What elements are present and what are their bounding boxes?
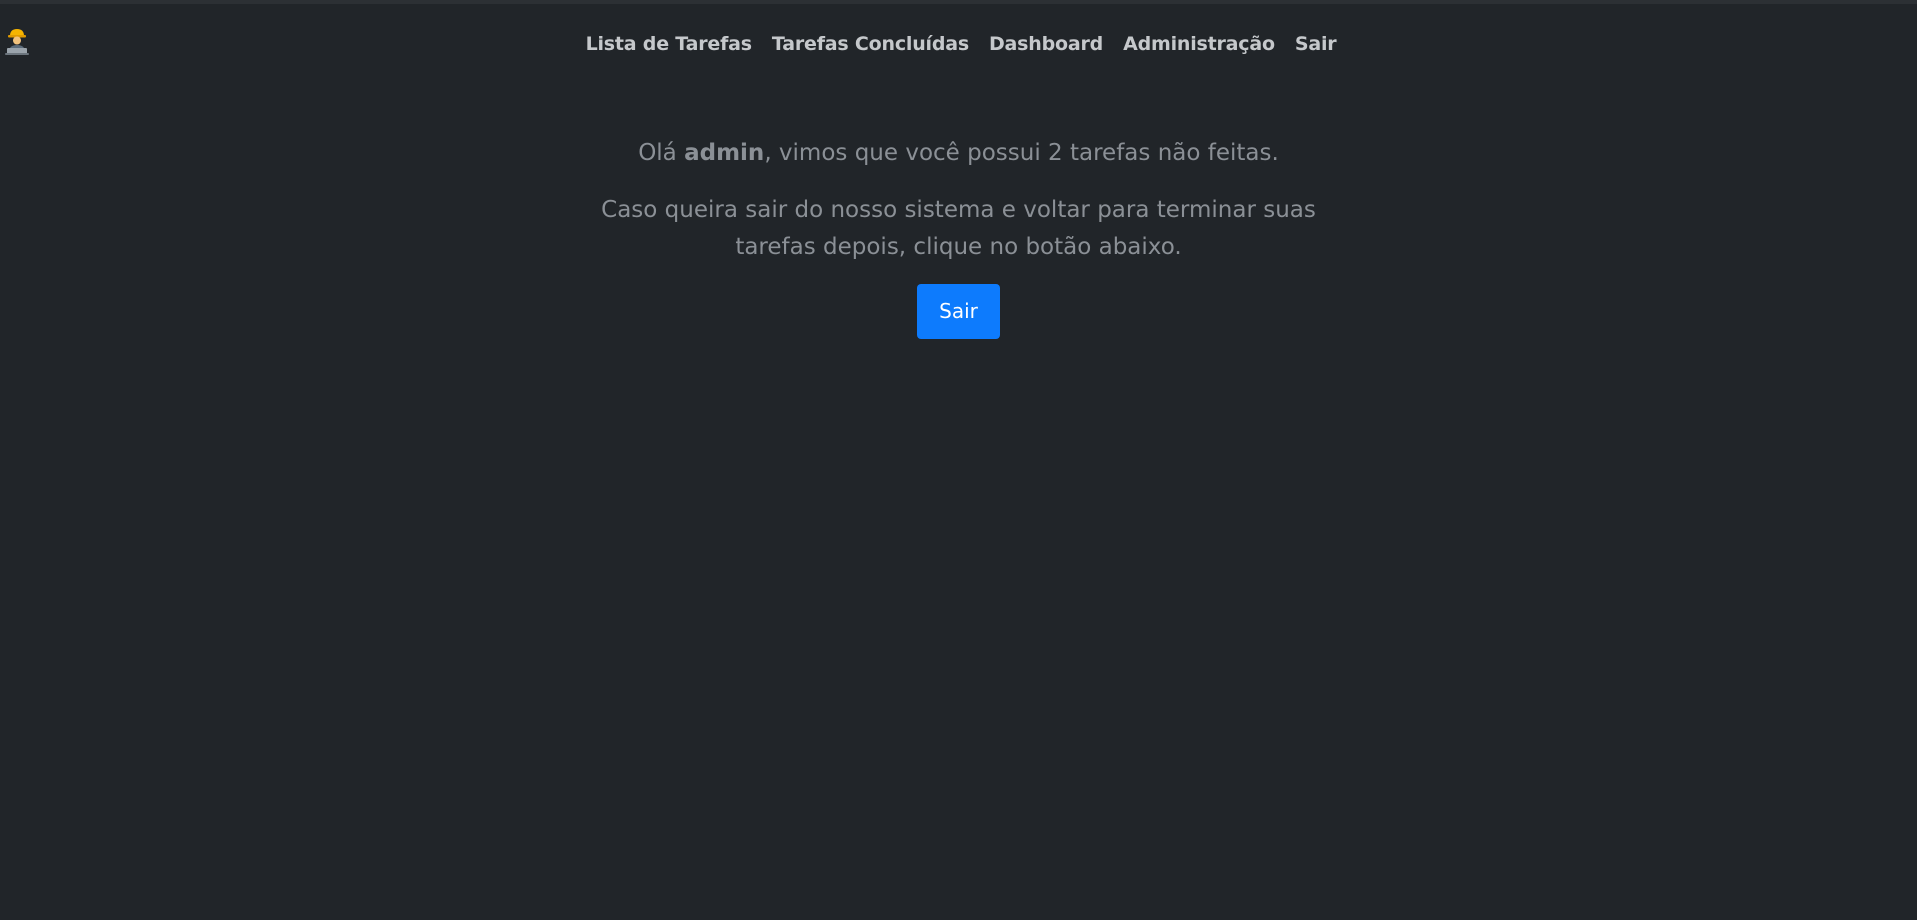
username: admin [684,140,765,166]
nav-links: Lista de Tarefas Tarefas Concluídas Dash… [0,29,1917,59]
main-content: Olá admin, vimos que você possui 2 taref… [0,135,1917,339]
nav-item-sair[interactable]: Sair [1285,29,1347,59]
nav-item-administracao[interactable]: Administração [1113,29,1285,59]
nav-item-tarefas-concluidas[interactable]: Tarefas Concluídas [762,29,979,59]
greeting-suffix: , vimos que você possui 2 tarefas não fe… [764,140,1279,166]
greeting-text: Olá admin, vimos que você possui 2 taref… [0,135,1917,171]
logout-info-text: Caso queira sair do nosso sistema e volt… [601,197,1316,260]
navbar: Lista de Tarefas Tarefas Concluídas Dash… [0,4,1917,76]
greeting-prefix: Olá [638,140,685,166]
logout-button[interactable]: Sair [917,284,1000,339]
nav-item-dashboard[interactable]: Dashboard [979,29,1113,59]
nav-item-lista-de-tarefas[interactable]: Lista de Tarefas [576,29,762,59]
